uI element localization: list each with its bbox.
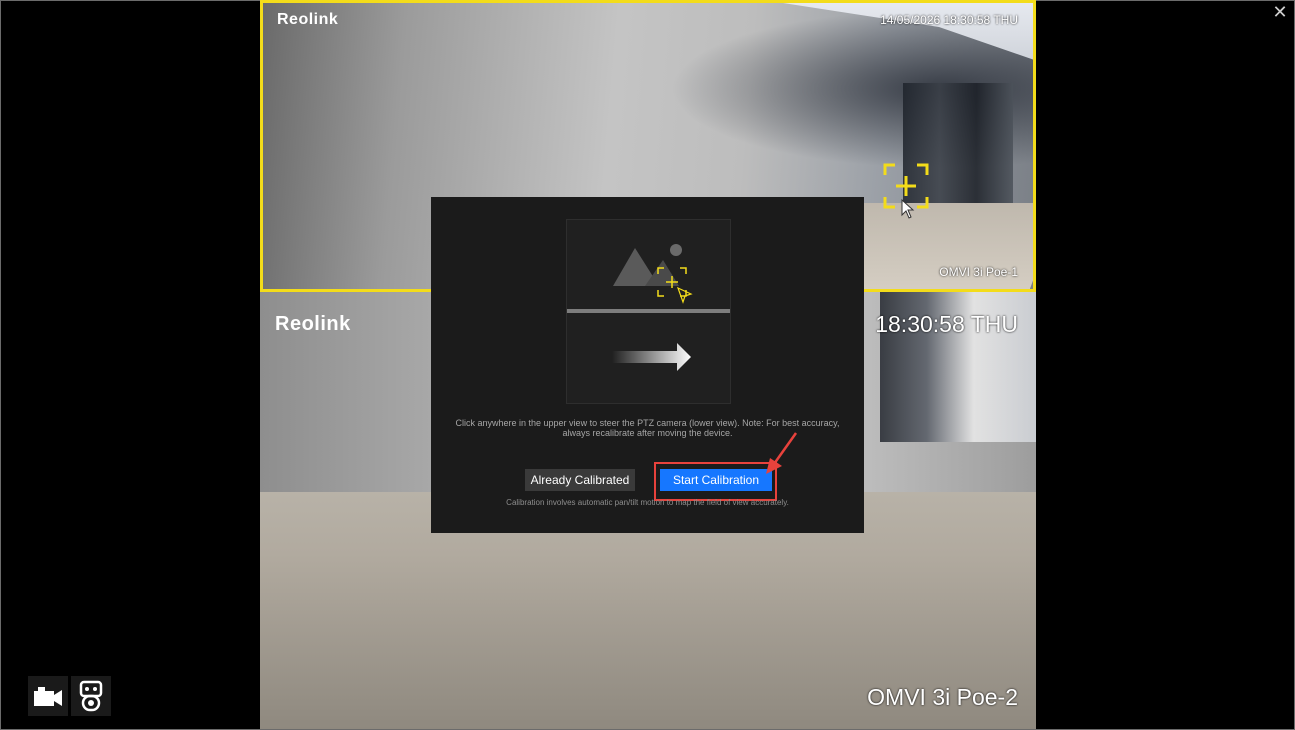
camera-name: OMVI 3i Poe-2	[867, 684, 1018, 710]
arrow-right-icon	[612, 343, 691, 371]
video-camera-icon	[34, 687, 62, 706]
ptz-camera-icon	[79, 680, 103, 712]
close-button[interactable]: ✕	[1271, 3, 1289, 21]
feed-scene-ceiling	[783, 3, 1033, 63]
calibration-dialog: Click anywhere in the upper view to stee…	[431, 197, 864, 533]
calibration-illustration	[566, 219, 731, 404]
image-target-icon	[613, 244, 693, 304]
annotation-highlight-box	[654, 462, 777, 501]
timestamp: 14/05/2026 18:30:58 THU	[880, 13, 1018, 27]
ptz-view-button[interactable]	[71, 676, 111, 716]
already-calibrated-button[interactable]: Already Calibrated	[525, 469, 635, 491]
camera-name: OMVI 3i Poe-1	[939, 265, 1018, 279]
mouse-cursor-icon	[901, 199, 915, 219]
reolink-logo: Reolink	[275, 313, 351, 335]
annotation-arrow-icon	[766, 432, 798, 474]
calibration-footnote: Calibration involves automatic pan/tilt …	[506, 498, 789, 507]
camera-view-button[interactable]	[28, 676, 68, 716]
timestamp: 18:30:58 THU	[875, 311, 1018, 337]
reolink-logo: Reolink	[277, 11, 339, 28]
